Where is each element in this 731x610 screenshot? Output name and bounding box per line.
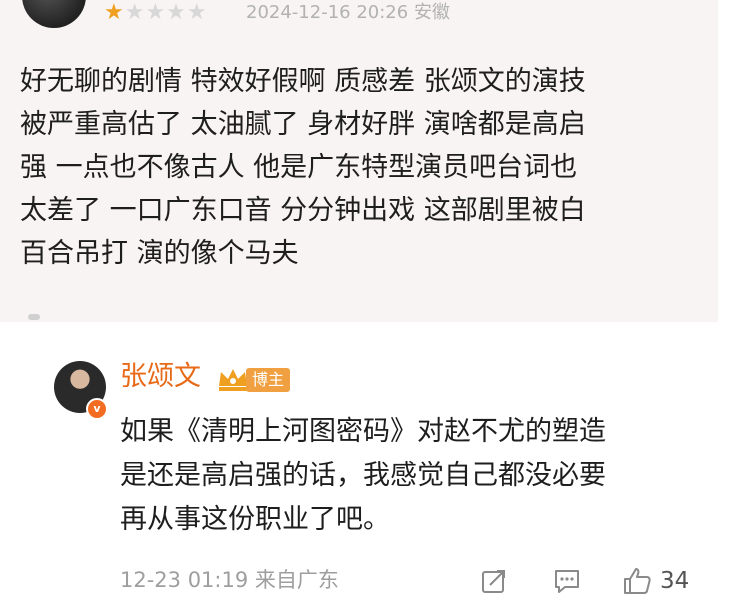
share-button[interactable] <box>480 566 508 596</box>
review-line: 好无聊的剧情 特效好假啊 质感差 张颂文的演技 <box>20 66 586 97</box>
like-button[interactable]: 34 <box>622 566 689 596</box>
blogger-badge: 博主 <box>246 368 291 392</box>
like-icon <box>624 568 651 594</box>
review-meta: 2024-12-16 20:26 安徽 <box>246 2 450 24</box>
comment-icon <box>555 570 579 593</box>
reply-date: 12-23 01:19 <box>120 568 249 592</box>
review-line: 百合吊打 演的像个马夫 <box>20 238 299 269</box>
review-text: 好无聊的剧情 特效好假啊 质感差 张颂文的演技 被严重高估了 太油腻了 身材好胖… <box>20 60 714 275</box>
review-timestamp: 2024-12-16 20:26 <box>246 2 409 23</box>
comment-button[interactable] <box>553 566 581 596</box>
review-card: ★★★★★ 2024-12-16 20:26 安徽 好无聊的剧情 特效好假啊 质… <box>0 0 718 322</box>
reply-line: 是还是高启强的话，我感觉自己都没必要 <box>120 460 606 491</box>
reply-location: 来自广东 <box>254 568 339 592</box>
star-icon: ★★★★ <box>124 0 208 25</box>
reply-line: 再从事这份职业了吧。 <box>120 504 390 535</box>
like-count: 34 <box>660 568 690 594</box>
reply-meta: 12-23 01:19 来自广东 <box>120 565 339 595</box>
review-line: 太差了 一口广东口音 分分钟出戏 这部剧里被白 <box>20 195 586 226</box>
review-line: 被严重高估了 太油腻了 身材好胖 演啥都是高启 <box>20 109 586 140</box>
verified-badge-icon: v <box>86 398 108 420</box>
rating-stars: ★★★★★ <box>104 2 208 24</box>
reply-line: 如果《清明上河图密码》对赵不尤的塑造 <box>120 416 606 447</box>
star-icon: ★ <box>104 0 125 25</box>
crown-icon <box>219 369 247 391</box>
review-location: 安徽 <box>413 2 450 23</box>
review-line: 强 一点也不像古人 他是广东特型演员吧台词也 <box>20 152 578 183</box>
review-footer-dot <box>28 314 40 320</box>
reply-text: 如果《清明上河图密码》对赵不尤的塑造 是还是高启强的话，我感觉自己都没必要 再从… <box>120 410 680 542</box>
author-name[interactable]: 张颂文 <box>120 360 201 394</box>
reviewer-avatar[interactable] <box>22 0 86 28</box>
share-icon <box>482 570 505 593</box>
